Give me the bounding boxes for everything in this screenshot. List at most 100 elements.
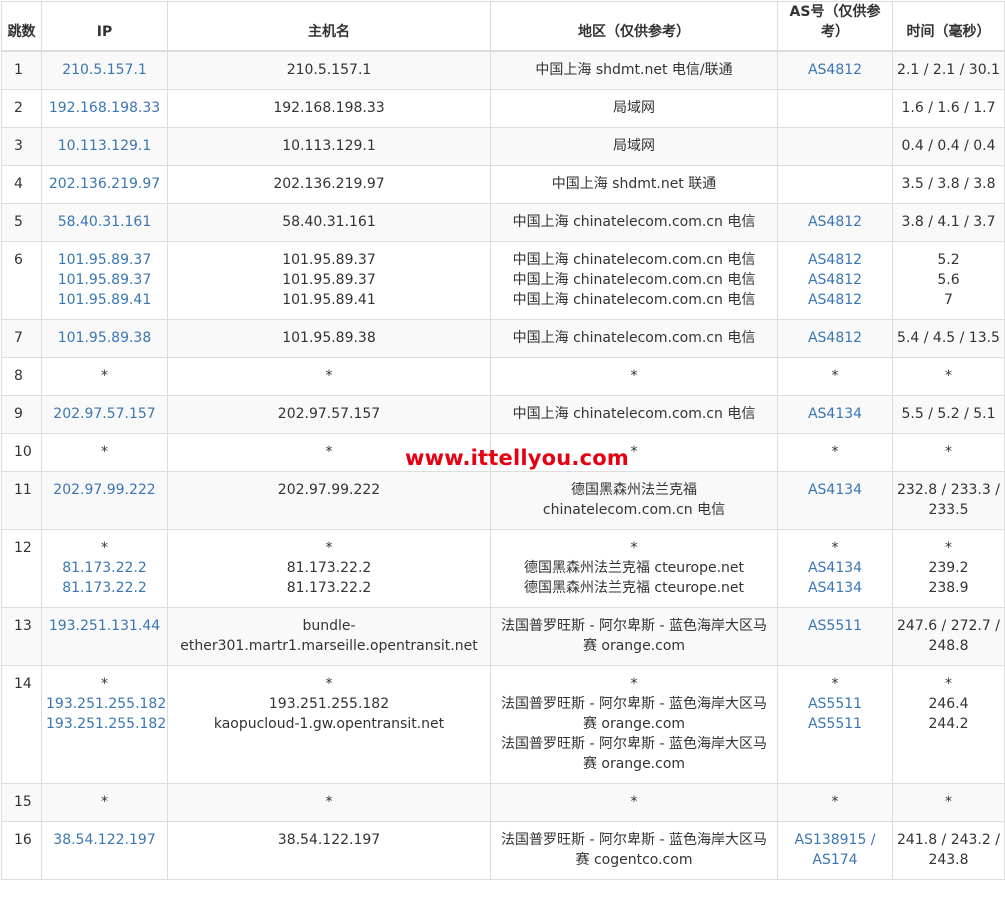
ip-link[interactable]: 193.251.255.182 (46, 714, 166, 734)
hostname-cell: 210.5.157.1 (167, 50, 491, 90)
table-row: 3 10.113.129.1 10.113.129.1 局域网 0.4 / 0.4 / … (1, 127, 1005, 166)
time-text: 246.4 (928, 696, 969, 712)
region-cell: * (490, 433, 778, 472)
time-text: 239.2 (928, 560, 969, 576)
as-link[interactable]: AS5511 (782, 694, 888, 714)
ip-cell: 192.168.198.33 (41, 89, 168, 128)
as-link[interactable]: AS4812 (782, 212, 888, 232)
ip-link[interactable]: 101.95.89.38 (46, 328, 163, 348)
as-link[interactable]: AS5511 (782, 714, 888, 734)
as-cell: AS4134 (777, 471, 893, 530)
ip-link[interactable]: 10.113.129.1 (46, 136, 163, 156)
as-link[interactable]: AS4134 (782, 558, 888, 578)
header-hop: 跳数 (1, 1, 42, 52)
time-cell: 3.5 / 3.8 / 3.8 (892, 165, 1005, 204)
ip-text: * (101, 444, 108, 460)
host-text: * (325, 368, 333, 384)
region-text: 法国普罗旺斯 - 阿尔卑斯 - 蓝色海岸大区马赛 orange.com (501, 696, 767, 732)
as-link[interactable]: AS4134 (782, 480, 888, 500)
as-cell: * (777, 357, 893, 396)
region-cell: 中国上海 shdmt.net 联通 (490, 165, 778, 204)
hop-cell: 14 (1, 665, 42, 784)
hostname-cell: * (167, 433, 491, 472)
as-link[interactable]: AS138915 / AS174 (782, 830, 888, 870)
ip-link[interactable]: 101.95.89.37 (46, 270, 163, 290)
ip-link[interactable]: 101.95.89.41 (46, 290, 163, 310)
time-cell: 247.6 / 272.7 / 248.8 (892, 607, 1005, 666)
ip-link[interactable]: 210.5.157.1 (46, 60, 163, 80)
hostname-cell: * 193.251.255.182 kaopucloud-1.gw.opentran… (167, 665, 491, 784)
ip-link[interactable]: 193.251.255.182 (46, 694, 166, 714)
as-link[interactable]: AS4812 (782, 270, 888, 290)
region-text: 中国上海 chinatelecom.com.cn 电信 (512, 272, 756, 288)
ip-link[interactable]: 202.136.219.97 (46, 174, 163, 194)
as-link[interactable]: AS4812 (782, 60, 888, 80)
as-text: * (831, 444, 839, 460)
region-text: 中国上海 chinatelecom.com.cn 电信 (512, 330, 756, 346)
host-text: 193.251.255.182 (268, 696, 390, 712)
region-text: 中国上海 chinatelecom.com.cn 电信 (512, 292, 756, 308)
region-text: 法国普罗旺斯 - 阿尔卑斯 - 蓝色海岸大区马赛 orange.com (501, 736, 767, 772)
as-text: * (831, 540, 839, 556)
region-text: * (630, 676, 638, 692)
hostname-cell: 101.95.89.37 101.95.89.37 101.95.89.41 (167, 241, 491, 320)
region-cell: 中国上海 shdmt.net 电信/联通 (490, 50, 778, 90)
ip-link[interactable]: 193.251.131.44 (46, 616, 163, 636)
region-text: 德国黑森州法兰克福 cteurope.net (523, 560, 745, 576)
ip-link[interactable]: 38.54.122.197 (46, 830, 163, 850)
ip-cell: 38.54.122.197 (41, 821, 168, 880)
table-row: 14 * 193.251.255.182 193.251.255.182 * 193.25… (1, 665, 1005, 784)
hop-cell: 15 (1, 783, 42, 822)
region-text: 中国上海 shdmt.net 联通 (551, 176, 717, 192)
host-text: kaopucloud-1.gw.opentransit.net (213, 716, 445, 732)
time-text: 247.6 / 272.7 / 248.8 (897, 618, 1000, 654)
ip-link[interactable]: 58.40.31.161 (46, 212, 163, 232)
region-text: 中国上海 chinatelecom.com.cn 电信 (512, 214, 756, 230)
as-cell: * (777, 433, 893, 472)
time-cell: 1.6 / 1.6 / 1.7 (892, 89, 1005, 128)
region-cell: 中国上海 chinatelecom.com.cn 电信 (490, 319, 778, 358)
traceroute-table: 跳数 IP 主机名 地区（仅供参考） AS号（仅供参考） 时间（毫秒） 1 210… (1, 1, 1005, 880)
ip-link[interactable]: 101.95.89.37 (46, 250, 163, 270)
region-cell: 中国上海 chinatelecom.com.cn 电信 中国上海 chinatel… (490, 241, 778, 320)
ip-link[interactable]: 192.168.198.33 (46, 98, 163, 118)
table-row: 8 * * * * * (1, 357, 1005, 396)
hostname-cell: 202.136.219.97 (167, 165, 491, 204)
as-link[interactable]: AS4812 (782, 250, 888, 270)
hostname-cell: 101.95.89.38 (167, 319, 491, 358)
time-cell: * (892, 357, 1005, 396)
as-link[interactable]: AS4812 (782, 290, 888, 310)
region-text: 法国普罗旺斯 - 阿尔卑斯 - 蓝色海岸大区马赛 cogentco.com (501, 832, 767, 868)
region-cell: 局域网 (490, 89, 778, 128)
as-link[interactable]: AS4134 (782, 578, 888, 598)
as-cell: * AS4134 AS4134 (777, 529, 893, 608)
host-text: 38.54.122.197 (277, 832, 381, 848)
ip-link[interactable]: 202.97.57.157 (46, 404, 163, 424)
host-text: 81.173.22.2 (286, 560, 372, 576)
time-cell: 241.8 / 243.2 / 243.8 (892, 821, 1005, 880)
as-link[interactable]: AS5511 (782, 616, 888, 636)
hostname-cell: 58.40.31.161 (167, 203, 491, 242)
hostname-cell: 38.54.122.197 (167, 821, 491, 880)
as-cell: * AS5511 AS5511 (777, 665, 893, 784)
region-text: 德国黑森州法兰克福 chinatelecom.com.cn 电信 (542, 482, 726, 518)
time-text: 238.9 (928, 580, 969, 596)
hop-cell: 2 (1, 89, 42, 128)
region-text: 中国上海 chinatelecom.com.cn 电信 (512, 406, 756, 422)
as-cell: AS5511 (777, 607, 893, 666)
region-text: * (630, 794, 638, 810)
hop-cell: 8 (1, 357, 42, 396)
ip-link[interactable]: 202.97.99.222 (46, 480, 163, 500)
as-cell: AS4812 (777, 319, 893, 358)
ip-text: * (101, 540, 108, 556)
time-text: * (945, 444, 952, 460)
ip-link[interactable]: 81.173.22.2 (46, 558, 163, 578)
time-text: * (945, 794, 952, 810)
ip-link[interactable]: 81.173.22.2 (46, 578, 163, 598)
time-text: 3.5 / 3.8 / 3.8 (901, 176, 996, 192)
as-link[interactable]: AS4134 (782, 404, 888, 424)
hostname-cell: * (167, 357, 491, 396)
table-row: 10 * * * * * (1, 433, 1005, 472)
as-link[interactable]: AS4812 (782, 328, 888, 348)
region-text: * (630, 444, 638, 460)
